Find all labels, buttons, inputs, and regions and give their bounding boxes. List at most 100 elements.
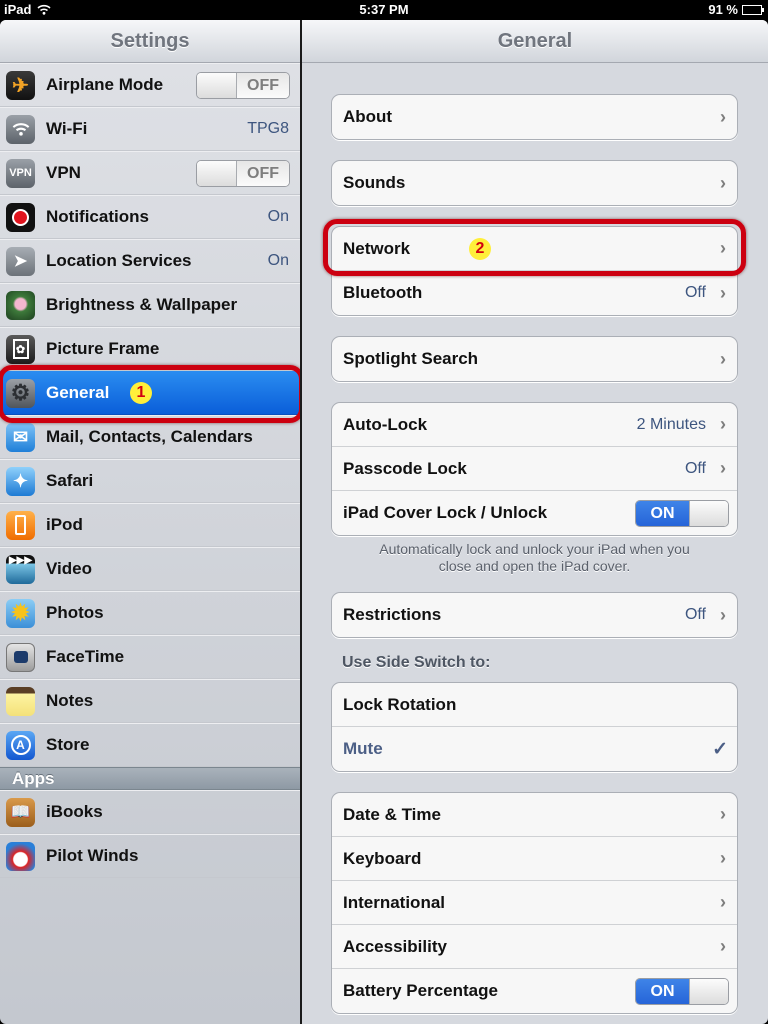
spotlight-group: Spotlight Search › — [331, 336, 738, 382]
video-icon: ▶▶▶ — [6, 554, 35, 584]
location-services-value: On — [267, 252, 289, 269]
sidebar-item-label: Photos — [46, 603, 104, 622]
row-label: Sounds — [343, 173, 406, 192]
sidebar-item-general[interactable]: ⚙ General 1 — [0, 371, 300, 415]
sidebar-item-store[interactable]: A Store — [0, 723, 300, 767]
row-label: About — [343, 107, 393, 126]
restrictions-row[interactable]: Restrictions Off › — [332, 593, 737, 637]
row-label: Keyboard — [343, 848, 422, 868]
sidebar-item-label: Pilot Winds — [46, 846, 139, 865]
battery-percent: 91 % — [708, 2, 738, 17]
picture-frame-icon: ✿ — [6, 334, 35, 364]
chevron-right-icon: › — [720, 282, 726, 303]
row-label: Auto-Lock — [343, 414, 428, 434]
airplane-icon: ✈ — [6, 70, 35, 100]
sidebar-item-ipod[interactable]: iPod — [0, 503, 300, 547]
cover-lock-footnote: Automatically lock and unlock your iPad … — [331, 541, 738, 575]
airplane-mode-toggle[interactable]: OFF — [196, 71, 290, 99]
sidebar-item-location-services[interactable]: ➤ Location Services On — [0, 239, 300, 283]
accessibility-row[interactable]: Accessibility › — [332, 925, 737, 969]
settings-list: ✈ Airplane Mode OFF Wi-Fi TPG8 VPN VPN O… — [0, 63, 300, 767]
row-label: International — [343, 892, 446, 912]
row-label: iPad Cover Lock / Unlock — [343, 503, 548, 522]
location-icon: ➤ — [6, 246, 35, 276]
sidebar-item-label: Mail, Contacts, Calendars — [46, 427, 253, 446]
sidebar-item-airplane-mode[interactable]: ✈ Airplane Mode OFF — [0, 63, 300, 107]
mute-option[interactable]: Mute ✓ — [332, 727, 737, 771]
chevron-right-icon: › — [720, 458, 726, 478]
mail-icon: ✉ — [6, 422, 35, 452]
sidebar-item-wifi[interactable]: Wi-Fi TPG8 — [0, 107, 300, 151]
safari-icon: ✦ — [6, 466, 35, 496]
keyboard-row[interactable]: Keyboard › — [332, 837, 737, 881]
sidebar-item-notifications[interactable]: Notifications On — [0, 195, 300, 239]
sidebar-item-facetime[interactable]: FaceTime — [0, 635, 300, 679]
sidebar-item-picture-frame[interactable]: ✿ Picture Frame — [0, 327, 300, 371]
row-label: Bluetooth — [343, 283, 423, 302]
row-label: Network — [343, 238, 411, 258]
toggle-text: OFF — [237, 72, 289, 98]
sidebar-item-notes[interactable]: Notes — [0, 679, 300, 723]
sidebar-item-label: Video — [46, 559, 92, 578]
store-icon: A — [6, 730, 35, 760]
apps-list: 📖 iBooks Pilot Winds — [0, 790, 300, 878]
restrictions-value: Off — [684, 606, 706, 623]
network-group: Network 2 › Bluetooth Off › — [331, 226, 738, 316]
sidebar-item-vpn[interactable]: VPN VPN OFF — [0, 151, 300, 195]
sounds-group: Sounds › — [331, 160, 738, 206]
sidebar-item-label: Picture Frame — [46, 339, 160, 358]
chevron-right-icon: › — [720, 936, 726, 956]
date-time-row[interactable]: Date & Time › — [332, 793, 737, 837]
sidebar-item-label: VPN — [46, 163, 81, 182]
battery-percentage-toggle[interactable]: ON — [635, 977, 729, 1005]
battery-percentage-row: Battery Percentage ON — [332, 969, 737, 1013]
row-label: Accessibility — [343, 936, 447, 956]
footnote-line-1: Automatically lock and unlock your iPad … — [379, 541, 690, 557]
sidebar-item-mail-contacts-calendars[interactable]: ✉ Mail, Contacts, Calendars — [0, 415, 300, 459]
chevron-right-icon: › — [720, 172, 726, 193]
about-row[interactable]: About › — [332, 95, 737, 139]
side-switch-section-title: Use Side Switch to: — [342, 654, 491, 671]
passcode-lock-value: Off — [684, 459, 706, 477]
toggle-text: ON — [636, 978, 689, 1004]
sidebar-item-brightness-wallpaper[interactable]: Brightness & Wallpaper — [0, 283, 300, 327]
toggle-knob — [689, 978, 728, 1004]
ibooks-icon: 📖 — [6, 797, 35, 827]
notes-icon — [6, 686, 35, 716]
side-switch-group: Lock Rotation Mute ✓ — [331, 682, 738, 772]
row-label: Mute — [343, 739, 383, 758]
sidebar-item-label: Safari — [46, 471, 94, 490]
chevron-right-icon: › — [720, 604, 726, 625]
checkmark-icon: ✓ — [712, 738, 728, 760]
network-row[interactable]: Network 2 › — [332, 227, 737, 271]
clock: 5:37 PM — [359, 2, 409, 17]
sounds-row[interactable]: Sounds › — [332, 161, 737, 205]
row-label: Restrictions — [343, 605, 442, 624]
sidebar-item-label: iPod — [46, 515, 83, 534]
restrictions-group: Restrictions Off › — [331, 592, 738, 638]
bluetooth-row[interactable]: Bluetooth Off › — [332, 271, 737, 315]
vpn-toggle[interactable]: OFF — [196, 159, 290, 187]
notifications-value: On — [267, 208, 289, 225]
auto-lock-row[interactable]: Auto-Lock 2 Minutes › — [332, 403, 737, 447]
chevron-right-icon: › — [720, 348, 726, 369]
lock-rotation-option[interactable]: Lock Rotation — [332, 683, 737, 727]
international-row[interactable]: International › — [332, 881, 737, 925]
sidebar-item-photos[interactable]: ✹ Photos — [0, 591, 300, 635]
sidebar-item-safari[interactable]: ✦ Safari — [0, 459, 300, 503]
wifi-icon — [6, 114, 35, 144]
chevron-right-icon: › — [720, 892, 726, 912]
general-detail-pane: General About › Sounds › Network 2 › Blu… — [302, 20, 768, 1024]
cover-lock-toggle[interactable]: ON — [635, 499, 729, 527]
spotlight-search-row[interactable]: Spotlight Search › — [332, 337, 737, 381]
toggle-text: ON — [636, 500, 689, 526]
sidebar-item-video[interactable]: ▶▶▶ Video — [0, 547, 300, 591]
photos-icon: ✹ — [6, 598, 35, 628]
vpn-icon: VPN — [6, 158, 35, 188]
sidebar-item-ibooks[interactable]: 📖 iBooks — [0, 790, 300, 834]
row-label: Lock Rotation — [343, 694, 457, 714]
settings-sidebar: Settings ✈ Airplane Mode OFF Wi-Fi TPG8 … — [0, 20, 300, 1024]
sidebar-item-pilot-winds[interactable]: Pilot Winds — [0, 834, 300, 878]
passcode-lock-row[interactable]: Passcode Lock Off › — [332, 447, 737, 491]
chevron-right-icon: › — [720, 414, 726, 434]
